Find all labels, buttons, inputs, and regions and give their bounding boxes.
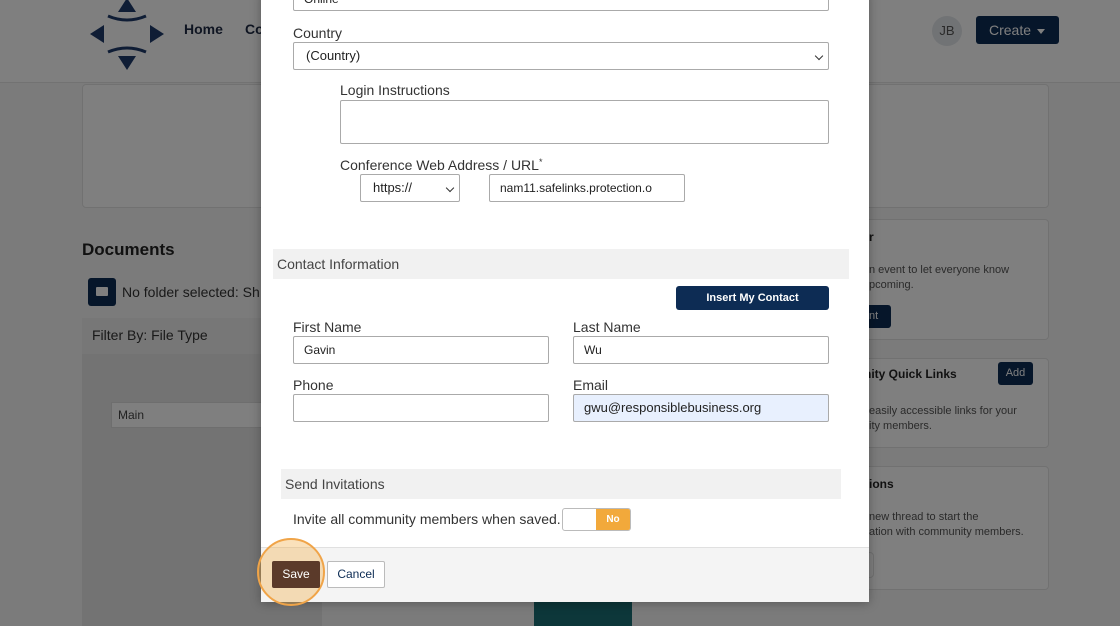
insert-my-contact-button[interactable]: Insert My Contact Information <box>676 286 829 328</box>
login-instructions-label: Login Instructions <box>340 82 450 98</box>
required-marker: * <box>538 157 543 167</box>
toggle-no-state: No <box>596 509 630 530</box>
login-instructions-textarea[interactable] <box>340 100 829 144</box>
last-name-label: Last Name <box>573 319 641 335</box>
cancel-button[interactable]: Cancel <box>327 561 385 588</box>
invite-members-toggle[interactable]: No <box>562 508 631 531</box>
url-protocol-select[interactable]: https:// <box>360 174 460 202</box>
save-button[interactable]: Save <box>272 561 320 588</box>
conference-url-label-text: Conference Web Address / URL <box>340 157 539 173</box>
email-input[interactable]: gwu@responsiblebusiness.org <box>573 394 829 422</box>
invite-members-label: Invite all community members when saved. <box>293 511 561 527</box>
phone-label: Phone <box>293 377 334 393</box>
country-select-value: (Country) <box>306 48 361 63</box>
email-label: Email <box>573 377 609 393</box>
conference-url-input[interactable]: nam11.safelinks.protection.o <box>489 174 685 202</box>
first-name-input[interactable]: Gavin <box>293 336 549 364</box>
country-label: Country <box>293 25 343 41</box>
chevron-down-icon <box>814 51 824 61</box>
phone-input[interactable] <box>293 394 549 422</box>
first-name-label: First Name <box>293 319 362 335</box>
last-name-input[interactable]: Wu <box>573 336 829 364</box>
country-select[interactable]: (Country) <box>293 42 829 70</box>
url-protocol-value: https:// <box>373 180 413 195</box>
location-type-field[interactable]: Online <box>293 0 829 11</box>
send-invitations-header: Send Invitations <box>281 469 841 499</box>
chevron-down-icon <box>445 183 455 193</box>
conference-url-label: Conference Web Address / URL* <box>340 157 542 173</box>
contact-information-header: Contact Information <box>273 249 849 279</box>
